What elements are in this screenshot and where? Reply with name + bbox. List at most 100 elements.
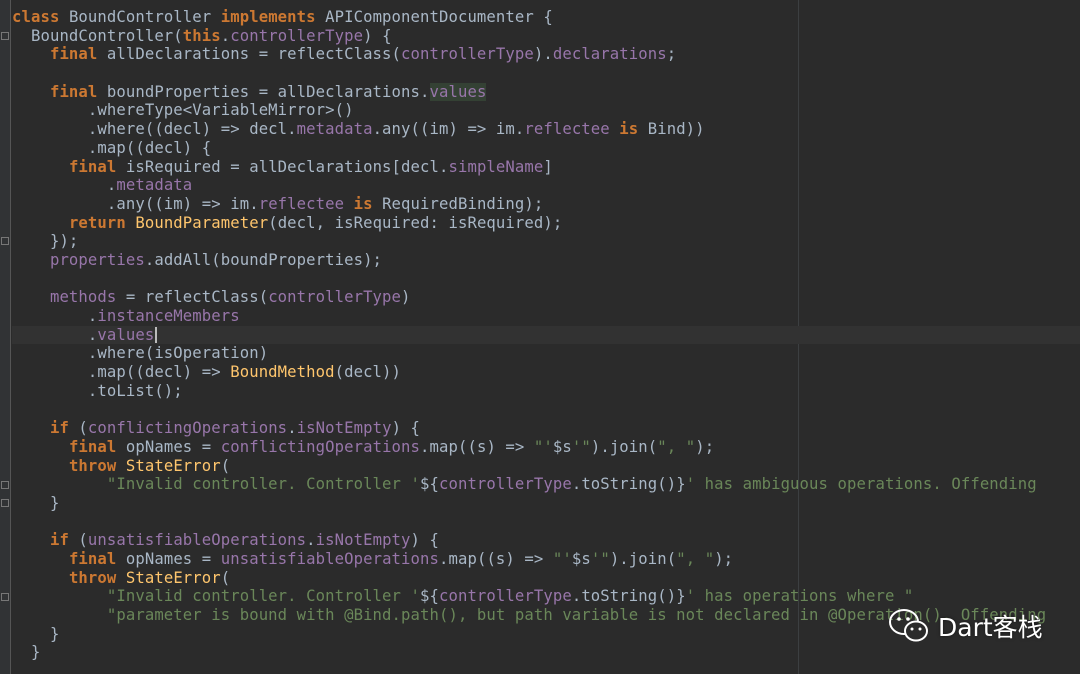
code-line[interactable]: BoundController(this.controllerType) {: [12, 27, 1080, 46]
code-token: .toString()}: [571, 587, 686, 606]
code-token: ${: [420, 587, 439, 606]
code-token: StateError: [125, 568, 221, 587]
code-line[interactable]: .whereType<VariableMirror>(): [12, 101, 1080, 120]
code-token: opNames =: [125, 437, 221, 456]
code-token: .any((im) => im.: [372, 120, 525, 139]
code-token: methods: [49, 288, 126, 307]
code-line[interactable]: final allDeclarations = reflectClass(con…: [12, 45, 1080, 64]
code-token: isNotEmpty: [315, 531, 411, 550]
code-token: );: [695, 437, 715, 456]
code-token: controllerType: [438, 475, 572, 494]
code-token: properties: [49, 250, 145, 269]
code-token: ]: [543, 157, 553, 176]
code-token: }: [12, 493, 60, 512]
code-token: controllerType: [401, 45, 534, 64]
code-token: throw: [68, 568, 126, 587]
code-token: conflictingOperations: [220, 437, 421, 456]
code-token: this: [182, 26, 221, 45]
code-token: .where(isOperation): [12, 344, 269, 363]
code-token: $s: [552, 437, 572, 456]
code-token: reflectee: [524, 120, 620, 139]
code-token: .map((s) =>: [439, 549, 553, 568]
code-line[interactable]: throw StateError(: [12, 457, 1080, 476]
code-line[interactable]: return BoundParameter(decl, isRequired: …: [12, 214, 1080, 233]
code-line[interactable]: [12, 64, 1080, 83]
code-line[interactable]: methods = reflectClass(controllerType): [12, 288, 1080, 307]
code-line[interactable]: .where((decl) => decl.metadata.any((im) …: [12, 120, 1080, 139]
code-token: .whereType<VariableMirror>(): [12, 101, 354, 120]
code-token: "Invalid controller. Controller ': [12, 475, 420, 494]
code-token: ' has operations where ": [685, 587, 914, 606]
code-line[interactable]: .map((decl) => BoundMethod(decl)): [12, 363, 1080, 382]
code-line[interactable]: });: [12, 232, 1080, 251]
code-line[interactable]: [12, 513, 1080, 532]
code-token: (: [220, 456, 231, 475]
code-token: .toString()}: [571, 475, 686, 494]
code-token: if: [49, 419, 79, 438]
code-line[interactable]: }: [12, 494, 1080, 513]
fold-marker-icon[interactable]: [1, 499, 9, 508]
code-line[interactable]: .metadata: [12, 176, 1080, 195]
code-token: "Invalid controller. Controller ': [12, 587, 420, 606]
code-token: unsatisfiableOperations: [87, 531, 307, 550]
editor-gutter: [0, 0, 10, 674]
code-token: ): [401, 288, 411, 307]
code-line[interactable]: final opNames = conflictingOperations.ma…: [12, 438, 1080, 457]
fold-marker-icon[interactable]: [1, 592, 9, 601]
code-token: final: [68, 437, 126, 456]
code-token: .: [12, 176, 117, 195]
code-line[interactable]: if (conflictingOperations.isNotEmpty) {: [12, 419, 1080, 438]
code-token: controllerType: [268, 288, 402, 307]
code-line[interactable]: class BoundController implements APIComp…: [12, 8, 1080, 27]
code-line[interactable]: final isRequired = allDeclarations[decl.…: [12, 158, 1080, 177]
code-token: ).join(: [609, 549, 677, 568]
code-token: ) {: [363, 26, 392, 45]
code-token: APIComponentDocumenter {: [325, 8, 553, 26]
code-token: .any((im) => im.: [12, 194, 259, 213]
code-token: ' has ambiguous operations. Offending: [685, 475, 1037, 494]
code-line[interactable]: "Invalid controller. Controller '${contr…: [12, 587, 1080, 606]
code-editor[interactable]: class BoundController implements APIComp…: [12, 8, 1080, 662]
code-token: (decl, isRequired: isRequired);: [268, 213, 563, 232]
fold-marker-icon[interactable]: [1, 237, 9, 246]
code-line[interactable]: final boundProperties = allDeclarations.…: [12, 82, 1080, 102]
code-token: unsatisfiableOperations: [220, 549, 439, 568]
code-line[interactable]: properties.addAll(boundProperties);: [12, 251, 1080, 270]
code-token: isRequired = allDeclarations[decl.: [125, 157, 449, 176]
code-line[interactable]: .toList();: [12, 382, 1080, 401]
code-line[interactable]: [12, 270, 1080, 289]
code-token: values: [429, 82, 487, 101]
code-line[interactable]: if (unsatisfiableOperations.isNotEmpty) …: [12, 531, 1080, 550]
fold-marker-icon[interactable]: [1, 480, 9, 489]
code-line[interactable]: .instanceMembers: [12, 307, 1080, 326]
code-token: .map((s) =>: [420, 437, 534, 456]
code-line[interactable]: throw StateError(: [12, 569, 1080, 588]
code-line[interactable]: final opNames = unsatisfiableOperations.…: [12, 550, 1080, 569]
code-token: boundProperties = allDeclarations.: [106, 82, 430, 101]
code-line[interactable]: .values: [12, 325, 1080, 345]
code-token: ) {: [410, 531, 440, 550]
code-line[interactable]: .map((decl) {: [12, 139, 1080, 158]
fold-marker-icon[interactable]: [1, 31, 9, 40]
code-token: (: [78, 531, 88, 550]
code-token: ${: [420, 475, 439, 494]
code-line[interactable]: .where(isOperation): [12, 344, 1080, 363]
code-line[interactable]: [12, 400, 1080, 419]
code-token: opNames =: [125, 549, 221, 568]
code-line[interactable]: "Invalid controller. Controller '${contr…: [12, 475, 1080, 494]
code-line[interactable]: }: [12, 643, 1080, 662]
code-token: ).: [533, 45, 553, 64]
wechat-icon: [889, 609, 928, 642]
code-line[interactable]: .any((im) => im.reflectee is RequiredBin…: [12, 195, 1080, 214]
code-token: is: [353, 194, 383, 213]
code-token: is: [619, 120, 648, 139]
code-token: ) {: [391, 419, 421, 438]
code-token: (decl)): [334, 363, 402, 382]
code-token: });: [12, 232, 79, 251]
